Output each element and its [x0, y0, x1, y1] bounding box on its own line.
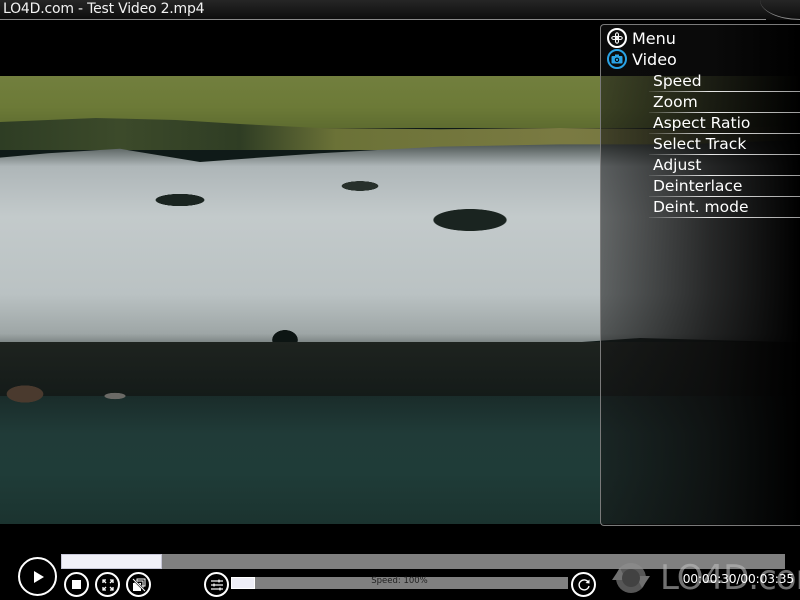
- video-submenu-header[interactable]: Video: [607, 49, 677, 69]
- gear-flower-icon: [607, 28, 627, 48]
- repeat-icon: [577, 578, 590, 591]
- window-toggle-icon: [131, 577, 146, 592]
- playback-controls: Speed: 100% LO4D.com 00:00:30/00:03:35: [0, 540, 800, 600]
- video-menu-panel: Menu Video Speed Zoom Aspect Ratio Selec…: [600, 24, 800, 526]
- equalizer-sliders-icon: [210, 579, 223, 590]
- title-bar-curve: [760, 0, 800, 20]
- stop-icon: [72, 580, 81, 589]
- speed-label: Speed: 100%: [371, 576, 428, 586]
- play-button[interactable]: [18, 557, 57, 596]
- window-toggle-button[interactable]: [126, 572, 151, 597]
- window-title: LO4D.com - Test Video 2.mp4: [3, 1, 205, 17]
- menu-label: Menu: [632, 28, 676, 48]
- menu-item-adjust[interactable]: Adjust: [649, 155, 800, 176]
- speed-slider[interactable]: Speed: 100%: [231, 576, 568, 589]
- menu-item-deint-mode[interactable]: Deint. mode: [649, 197, 800, 218]
- stop-button[interactable]: [64, 572, 89, 597]
- menu-item-aspect-ratio[interactable]: Aspect Ratio: [649, 113, 800, 134]
- menu-item-zoom[interactable]: Zoom: [649, 92, 800, 113]
- title-bar: LO4D.com - Test Video 2.mp4: [0, 0, 800, 20]
- settings-button[interactable]: [204, 572, 229, 597]
- menu-item-deinterlace[interactable]: Deinterlace: [649, 176, 800, 197]
- fullscreen-icon: [101, 578, 114, 591]
- time-display: 00:00:30/00:03:35: [682, 571, 795, 586]
- repeat-button[interactable]: [571, 572, 596, 597]
- menu-header[interactable]: Menu: [607, 28, 676, 48]
- fullscreen-button[interactable]: [95, 572, 120, 597]
- menu-item-select-track[interactable]: Select Track: [649, 134, 800, 155]
- menu-item-speed[interactable]: Speed: [649, 71, 800, 92]
- seek-bar-progress: [61, 554, 163, 569]
- video-label: Video: [632, 49, 677, 69]
- watermark-logo-icon: [612, 563, 650, 593]
- camera-icon: [607, 49, 627, 69]
- play-icon: [33, 570, 44, 583]
